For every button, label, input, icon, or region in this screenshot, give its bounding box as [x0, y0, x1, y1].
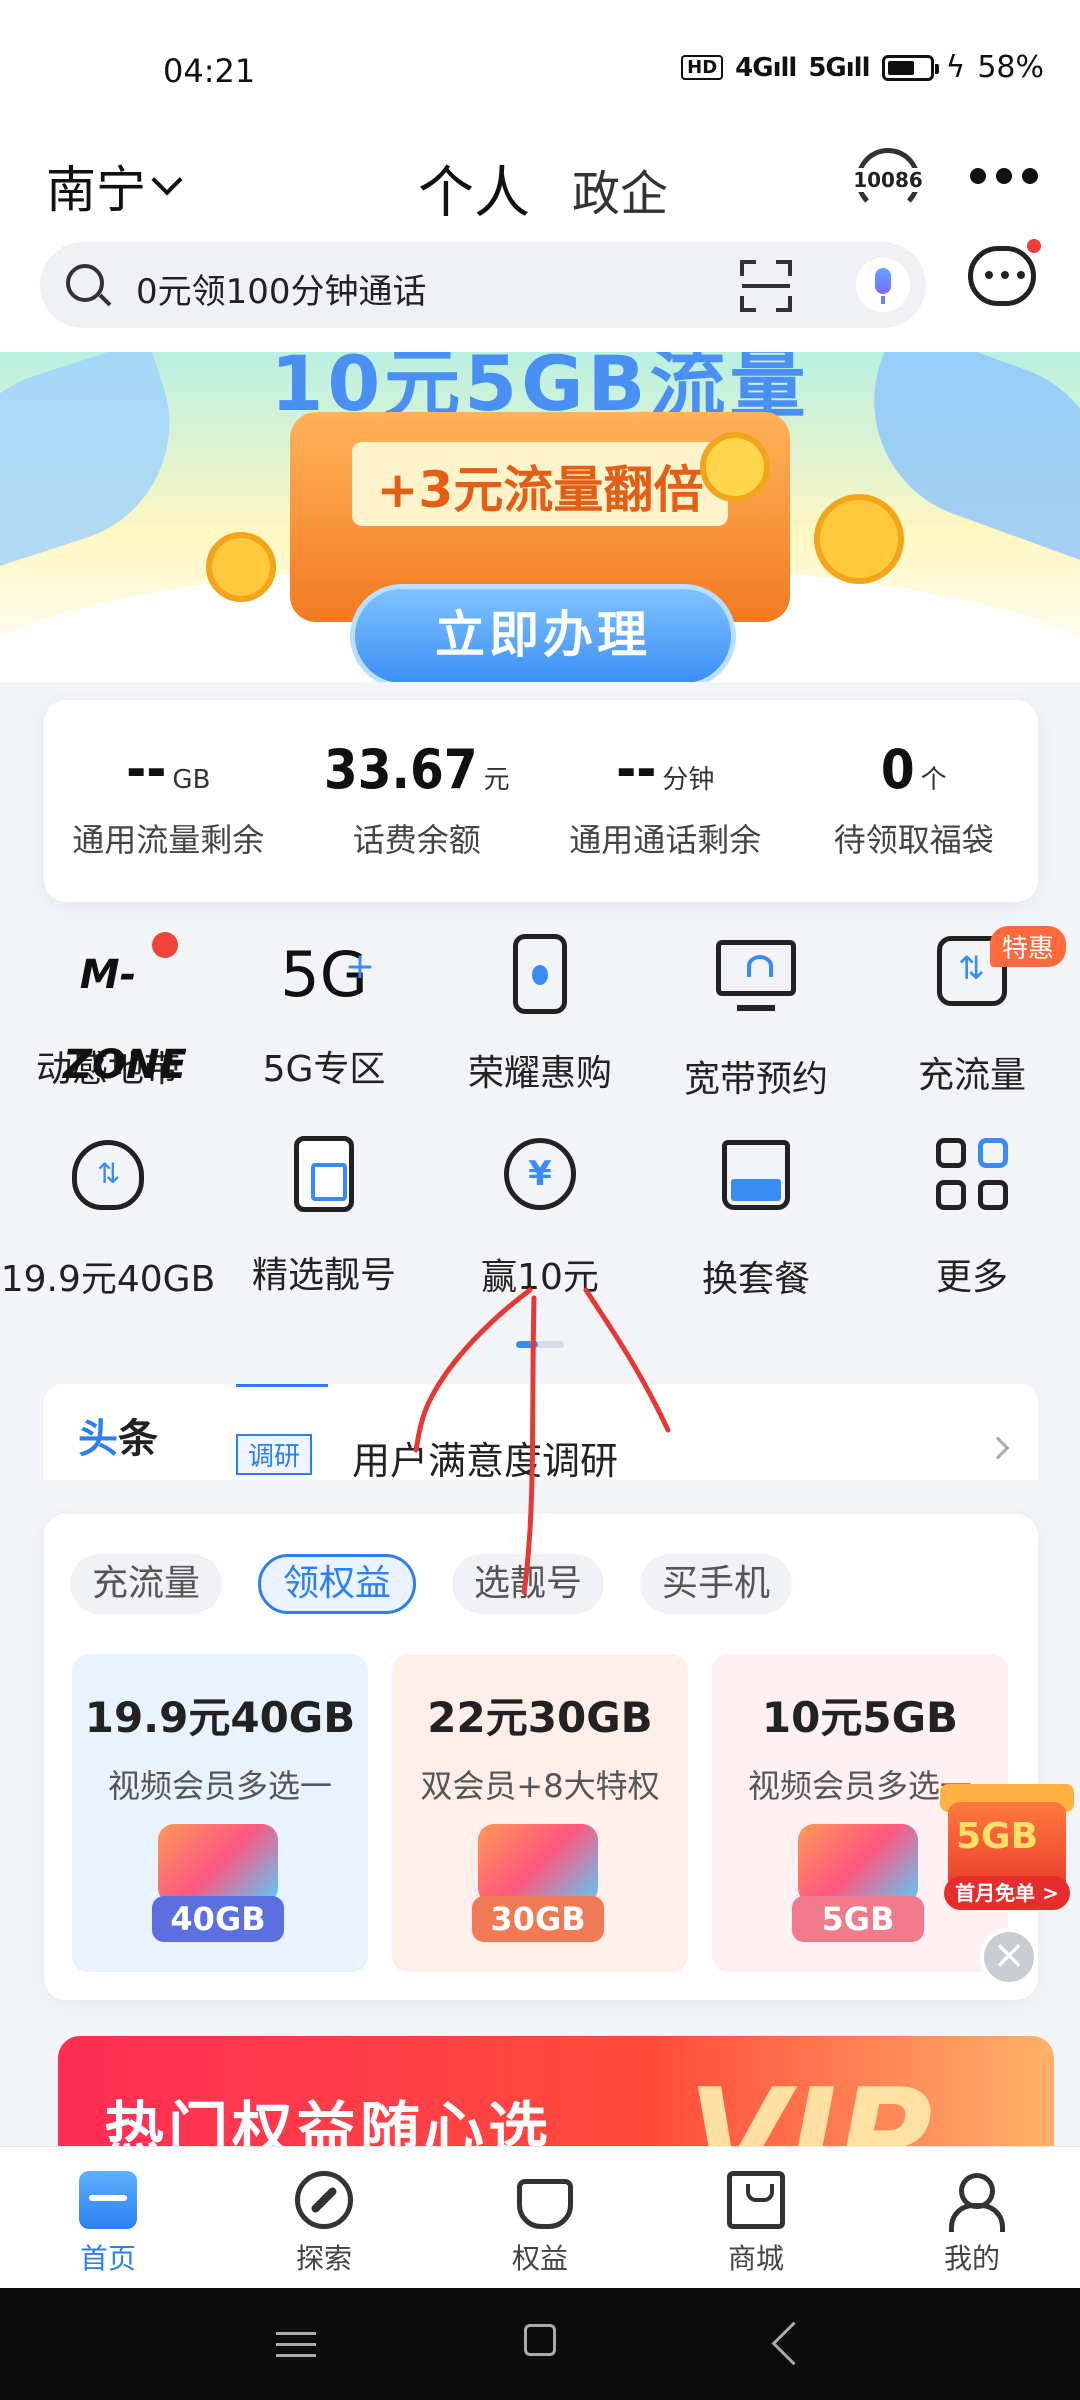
data-remaining[interactable]: -- GB 通用流量剩余 [44, 700, 293, 902]
mzone-icon: M-ZONE [63, 952, 187, 1088]
5g-icon: 5G + [280, 938, 375, 1011]
phone-icon [513, 934, 567, 1014]
grid-item-win-10[interactable]: ¥ 赢10元 [432, 1130, 648, 1300]
coin-icon [814, 494, 904, 584]
home-icon [79, 2171, 137, 2229]
promo-banner[interactable]: 10元5GB流量 +3元流量翻倍 立即办理 [0, 352, 1080, 682]
battery-icon [881, 54, 939, 81]
system-nav-bar [0, 2288, 1080, 2400]
grid-item-19-9-40gb[interactable]: 19.9元40GB [0, 1130, 216, 1302]
divider [236, 1384, 328, 1387]
compass-icon [295, 2171, 353, 2229]
offer-card[interactable]: 22元30GB 双会员+8大特权 30GB [392, 1654, 688, 1972]
tab-me[interactable]: 我的 [864, 2147, 1080, 2288]
offer-tabs: 充流量 领权益 选靓号 买手机 [70, 1554, 793, 1614]
city-selector[interactable]: 南宁 [46, 150, 183, 222]
news-tag: 调研 [236, 1434, 313, 1475]
tab-data-topup[interactable]: 充流量 [70, 1554, 223, 1614]
call-minutes-remaining[interactable]: -- 分钟 通用通话剩余 [541, 700, 790, 902]
message-icon[interactable] [968, 239, 1041, 306]
offer-card[interactable]: 19.9元40GB 视频会员多选一 40GB [72, 1654, 368, 1972]
float-ad-subtitle: 首月免单 > [944, 1876, 1070, 1910]
battery-percent: 58% [977, 50, 1044, 85]
package-icon: 40GB [152, 1818, 284, 1946]
yuan-coin-icon: ¥ [504, 1138, 576, 1210]
apply-now-button[interactable]: 立即办理 [350, 584, 736, 682]
search-bar[interactable]: 0元领100分钟通话 [40, 242, 926, 328]
status-time: 04:21 [163, 52, 256, 90]
recent-apps-icon[interactable] [276, 2324, 316, 2364]
coin-icon [700, 432, 770, 502]
status-icons: HD 4Gıll 5Gıll ϟ 58% [681, 50, 1044, 85]
grid-more-icon [936, 1138, 1008, 1210]
grid-item-honor-shop[interactable]: 荣耀惠购 [432, 930, 648, 1096]
scan-icon[interactable] [740, 260, 792, 312]
account-summary: -- GB 通用流量剩余 33.67 元 话费余额 -- 分钟 通用通话剩余 0个 待… [44, 700, 1038, 902]
float-ad-title: 5GB [956, 1816, 1039, 1857]
hotline-number: 10086 [846, 168, 930, 192]
package-icon: 30GB [472, 1818, 604, 1946]
unread-dot [1027, 239, 1041, 253]
special-offer-badge: 特惠 [990, 926, 1067, 967]
shopping-bag-icon [727, 2171, 785, 2229]
back-icon[interactable] [772, 2324, 812, 2364]
search-icon [66, 264, 104, 302]
grid-item-5g[interactable]: 5G + 5G专区 [216, 930, 432, 1092]
lucky-bags-pending[interactable]: 0个 待领取福袋 [790, 700, 1039, 902]
sim-card-icon [294, 1136, 354, 1212]
headline-brand: 头条 [78, 1416, 158, 1462]
hd-icon: HD [681, 55, 724, 80]
tab-personal[interactable]: 个人 [418, 148, 530, 229]
signal-4g-icon: 4Gıll [735, 52, 797, 83]
more-menu-icon[interactable] [970, 168, 1038, 184]
signal-5g-icon: 5Gıll [808, 52, 870, 83]
status-bar: 04:21 HD 4Gıll 5Gıll ϟ 58% [0, 0, 1080, 140]
user-icon [943, 2171, 1005, 2232]
coin-icon [206, 532, 276, 602]
service-row: M-ZONE 动感地带 5G+ 5G专区 荣耀惠购 宽带预约 充流量 特惠 [0, 926, 1080, 1130]
tab-benefits[interactable]: 权益 [432, 2147, 648, 2288]
floating-5g-ad[interactable]: 5GB 首月免单 > [940, 1772, 1074, 1912]
package-icon: 5GB [792, 1818, 924, 1946]
grid-item-mzone[interactable]: M-ZONE 动感地带 [0, 930, 216, 1092]
banner-ticket-text: +3元流量翻倍 [376, 461, 704, 519]
home-button-icon[interactable] [524, 2324, 556, 2356]
service-row: 19.9元40GB 精选靓号 ¥ 赢10元 换套餐 更多 [0, 1130, 1080, 1330]
chevron-right-icon[interactable] [986, 1436, 1010, 1460]
grid-item-lucky-number[interactable]: 精选靓号 [216, 1130, 432, 1298]
grid-item-broadband[interactable]: 宽带预约 [648, 930, 864, 1102]
chevron-down-icon [151, 164, 183, 196]
charging-icon: ϟ [945, 50, 966, 85]
microphone-icon[interactable] [856, 258, 910, 312]
balance[interactable]: 33.67 元 话费余额 [293, 700, 542, 902]
diamond-icon [511, 2171, 573, 2229]
tab-buy-phone[interactable]: 买手机 [640, 1554, 793, 1614]
page-indicator [516, 1341, 564, 1348]
headline-news[interactable]: 头条 调研 用户满意度调研 [44, 1384, 1038, 1480]
tv-wifi-icon [716, 940, 796, 1011]
notification-dot [152, 932, 178, 958]
hotline-button[interactable]: 10086 [846, 144, 930, 220]
tab-explore[interactable]: 探索 [216, 2147, 432, 2288]
grid-item-change-plan[interactable]: 换套餐 [648, 1130, 864, 1302]
bag-icon [72, 1140, 144, 1210]
bag-swap-icon [722, 1140, 790, 1210]
search-input[interactable]: 0元领100分钟通话 [136, 264, 427, 313]
leaf-decoration [0, 352, 201, 575]
tab-benefits[interactable]: 领权益 [258, 1554, 417, 1614]
bottom-tab-bar: 首页 探索 权益 商城 我的 [0, 2146, 1080, 2288]
app-header: 南宁 个人 政企 10086 0元领100分钟通话 [0, 140, 1080, 360]
close-icon[interactable]: × [980, 1928, 1038, 1986]
tab-mall[interactable]: 商城 [648, 2147, 864, 2288]
offers-panel: 充流量 领权益 选靓号 买手机 19.9元40GB 视频会员多选一 40GB 2… [44, 1514, 1038, 2000]
tab-home[interactable]: 首页 [0, 2147, 216, 2288]
tab-gov[interactable]: 政企 [572, 154, 668, 224]
news-text[interactable]: 用户满意度调研 [352, 1430, 618, 1480]
grid-item-more[interactable]: 更多 [864, 1130, 1080, 1300]
city-label: 南宁 [46, 161, 146, 219]
tab-lucky-number[interactable]: 选靓号 [452, 1554, 605, 1614]
